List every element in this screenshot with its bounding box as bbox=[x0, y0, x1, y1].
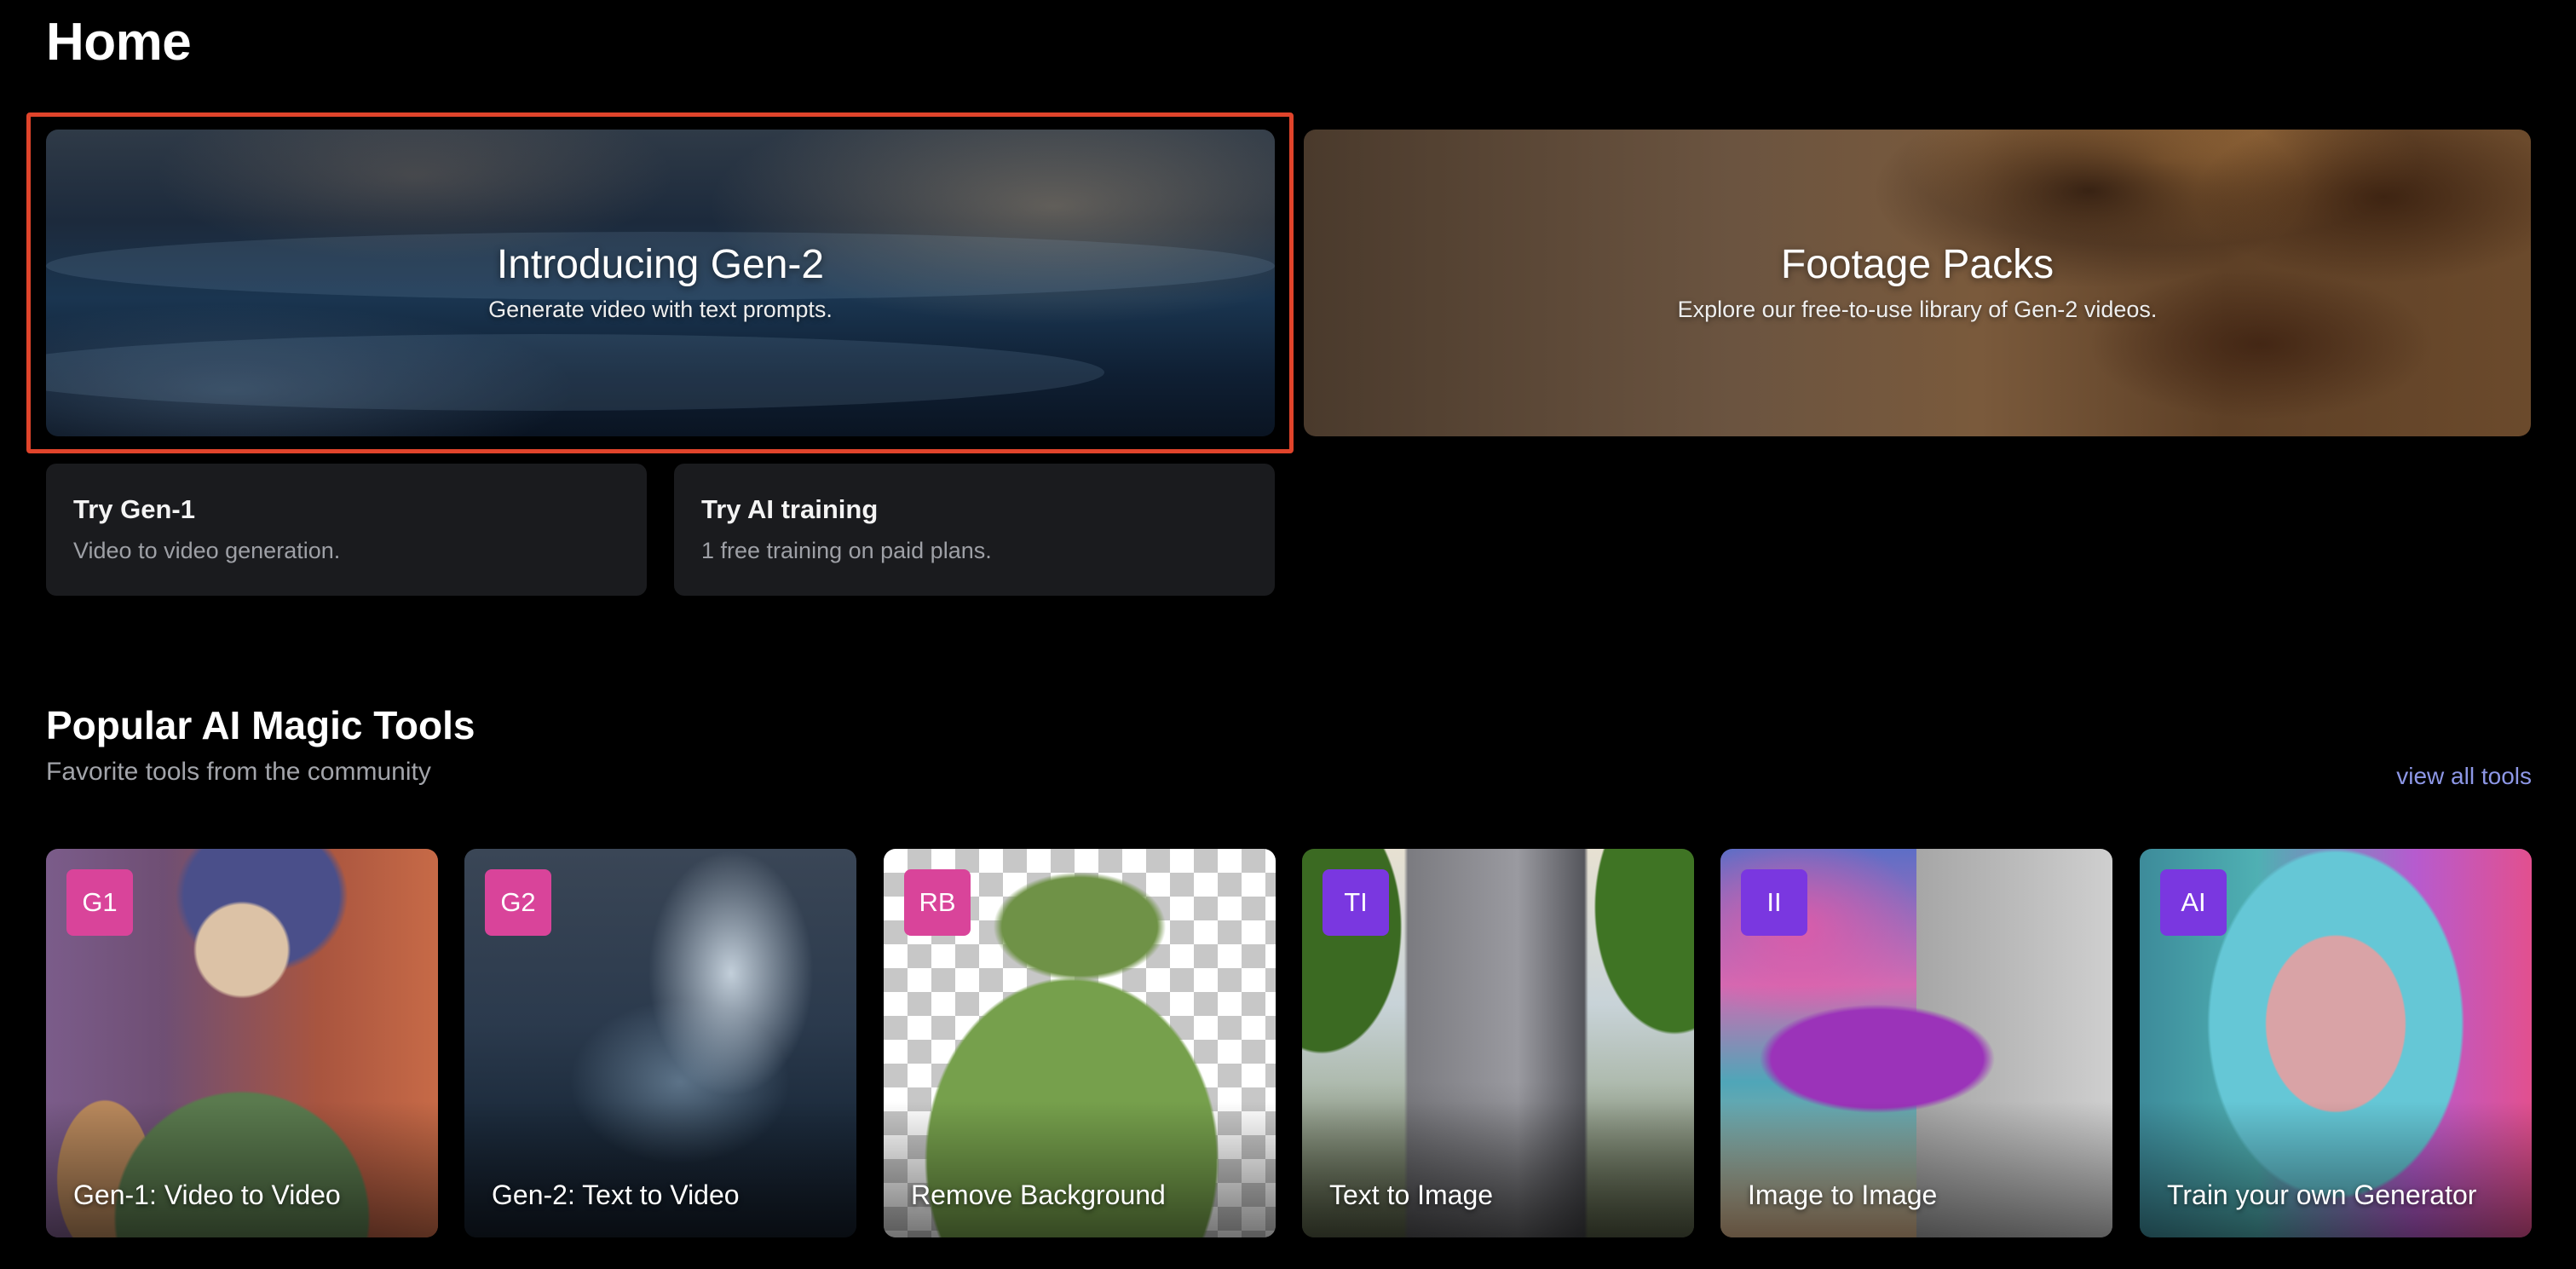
tool-label: Gen-2: Text to Video bbox=[492, 1180, 740, 1210]
tool-label: Remove Background bbox=[911, 1180, 1166, 1210]
try-ai-training-card[interactable]: Try AI training 1 free training on paid … bbox=[674, 464, 1275, 596]
tool-badge: G2 bbox=[485, 869, 551, 936]
hero-subtitle: Generate video with text prompts. bbox=[488, 297, 833, 322]
gen2-hero-banner[interactable]: Introducing Gen-2 Generate video with te… bbox=[46, 130, 1275, 436]
tool-badge: TI bbox=[1323, 869, 1389, 936]
section-subtitle: Favorite tools from the community bbox=[46, 758, 431, 786]
footage-packs-banner[interactable]: Footage Packs Explore our free-to-use li… bbox=[1304, 130, 2531, 436]
tool-label: Train your own Generator bbox=[2167, 1180, 2477, 1210]
card-description: 1 free training on paid plans. bbox=[701, 538, 992, 563]
home-page: Home Introducing Gen-2 Generate video wi… bbox=[0, 0, 2576, 1269]
card-title: Try AI training bbox=[701, 494, 879, 524]
tool-badge: AI bbox=[2160, 869, 2227, 936]
tool-badge: G1 bbox=[66, 869, 133, 936]
section-title: Popular AI Magic Tools bbox=[46, 703, 475, 747]
try-gen1-card[interactable]: Try Gen-1 Video to video generation. bbox=[46, 464, 647, 596]
hero-title: Introducing Gen-2 bbox=[496, 242, 825, 287]
hero-subtitle: Explore our free-to-use library of Gen-2… bbox=[1677, 297, 2158, 322]
tool-label: Image to Image bbox=[1748, 1180, 1938, 1210]
tool-tile-text-to-image[interactable]: TI Text to Image bbox=[1302, 849, 1694, 1237]
tool-tile-gen2[interactable]: G2 Gen-2: Text to Video bbox=[464, 849, 856, 1237]
tool-label: Text to Image bbox=[1329, 1180, 1494, 1210]
tool-label: Gen-1: Video to Video bbox=[73, 1180, 341, 1210]
view-all-tools-link[interactable]: view all tools bbox=[2396, 760, 2532, 793]
page-title: Home bbox=[46, 13, 192, 72]
wave-decoration bbox=[46, 334, 1104, 411]
tool-tile-remove-background[interactable]: RB Remove Background bbox=[884, 849, 1276, 1237]
tool-tile-gen1[interactable]: G1 Gen-1: Video to Video bbox=[46, 849, 438, 1237]
card-title: Try Gen-1 bbox=[73, 494, 195, 524]
tool-tile-image-to-image[interactable]: II Image to Image bbox=[1720, 849, 2112, 1237]
card-description: Video to video generation. bbox=[73, 538, 341, 563]
tool-tile-train-generator[interactable]: AI Train your own Generator bbox=[2140, 849, 2532, 1237]
tool-badge: RB bbox=[904, 869, 971, 936]
hero-title: Footage Packs bbox=[1780, 242, 2054, 287]
tool-badge: II bbox=[1741, 869, 1807, 936]
